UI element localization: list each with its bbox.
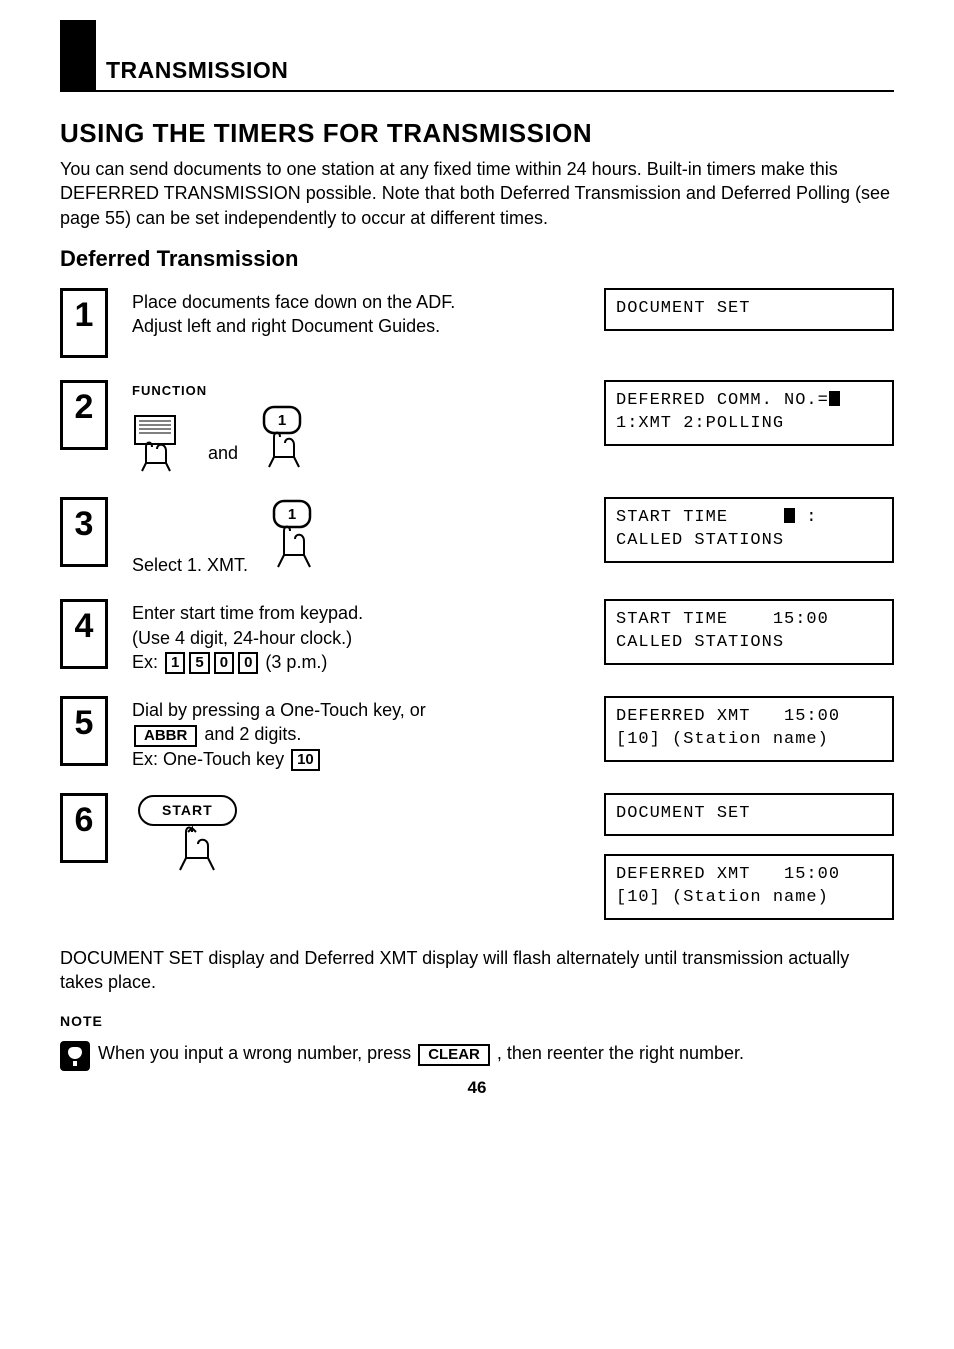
step-text: ABBR and 2 digits.	[132, 722, 586, 746]
function-key-icon	[132, 413, 194, 475]
step-5: 5 Dial by pressing a One-Touch key, or A…	[60, 696, 894, 771]
step-4: 4 Enter start time from keypad. (Use 4 d…	[60, 599, 894, 674]
note-label: NOTE	[60, 1012, 894, 1031]
step-number: 5	[60, 696, 108, 766]
intro-paragraph: You can send documents to one station at…	[60, 157, 894, 230]
note-text: When you input a wrong number, press CLE…	[98, 1041, 744, 1065]
abbr-key: ABBR	[134, 725, 197, 747]
step-text: Adjust left and right Document Guides.	[132, 314, 586, 338]
key-10: 10	[291, 749, 320, 771]
key-1: 1	[165, 652, 185, 674]
section-title: TRANSMISSION	[106, 55, 288, 90]
step-number: 6	[60, 793, 108, 863]
key-1-press-icon: 1	[252, 405, 312, 475]
cursor-icon	[784, 508, 795, 523]
step-number: 3	[60, 497, 108, 567]
step-body: START	[132, 793, 586, 878]
section-header: TRANSMISSION	[60, 40, 894, 92]
lcd-display: DOCUMENT SET	[604, 793, 894, 836]
step-6: 6 START DOCUMENT SET DEFERRED XMT 15:00 …	[60, 793, 894, 920]
header-tab-icon	[60, 20, 96, 90]
key-0: 0	[238, 652, 258, 674]
step-body: Place documents face down on the ADF. Ad…	[132, 288, 586, 339]
step-text: (Use 4 digit, 24-hour clock.)	[132, 626, 586, 650]
step-body: Select 1. XMT. 1	[132, 497, 586, 577]
lcd-display: DEFERRED XMT 15:00 [10] (Station name)	[604, 854, 894, 920]
page-number: 46	[60, 1077, 894, 1100]
lcd-display: DEFERRED XMT 15:00 [10] (Station name)	[604, 696, 894, 762]
step-number: 1	[60, 288, 108, 358]
press-hand-icon	[168, 826, 220, 878]
footer-paragraph: DOCUMENT SET display and Deferred XMT di…	[60, 946, 894, 995]
steps-list: 1 Place documents face down on the ADF. …	[60, 288, 894, 920]
display-stack: DOCUMENT SET DEFERRED XMT 15:00 [10] (St…	[604, 793, 894, 920]
key-5: 5	[189, 652, 209, 674]
ex-prefix: Ex:	[132, 652, 158, 672]
step-body: Enter start time from keypad. (Use 4 dig…	[132, 599, 586, 674]
cursor-icon	[829, 391, 840, 406]
step-text: Ex: One-Touch key 10	[132, 747, 586, 771]
start-button-icon: START	[138, 795, 237, 826]
step-number: 4	[60, 599, 108, 669]
lcd-display: DEFERRED COMM. NO.= 1:XMT 2:POLLING	[604, 380, 894, 446]
display-stack: START TIME : CALLED STATIONS	[604, 497, 894, 563]
example-line: Ex: 1500 (3 p.m.)	[132, 650, 586, 674]
note-block: NOTE When you input a wrong number, pres…	[60, 1012, 894, 1071]
display-stack: START TIME 15:00 CALLED STATIONS	[604, 599, 894, 665]
lcd-display: START TIME : CALLED STATIONS	[604, 497, 894, 563]
display-stack: DOCUMENT SET	[604, 288, 894, 331]
step-body: FUNCTION and	[132, 380, 586, 476]
page-title: USING THE TIMERS FOR TRANSMISSION	[60, 116, 894, 151]
svg-text:1: 1	[288, 506, 296, 523]
key-1-label: 1	[278, 412, 286, 429]
note-icon	[60, 1041, 90, 1071]
step-2: 2 FUNCTION and	[60, 380, 894, 476]
step-number: 2	[60, 380, 108, 450]
clear-key: CLEAR	[418, 1044, 490, 1066]
step-text: Dial by pressing a One-Touch key, or	[132, 698, 586, 722]
display-stack: DEFERRED XMT 15:00 [10] (Station name)	[604, 696, 894, 762]
lcd-display: START TIME 15:00 CALLED STATIONS	[604, 599, 894, 665]
key-0: 0	[214, 652, 234, 674]
step-1: 1 Place documents face down on the ADF. …	[60, 288, 894, 358]
step-text: Enter start time from keypad.	[132, 601, 586, 625]
and-label: and	[208, 441, 238, 475]
function-label: FUNCTION	[132, 382, 586, 400]
step-text: Place documents face down on the ADF.	[132, 290, 586, 314]
step-3: 3 Select 1. XMT. 1 STA	[60, 497, 894, 577]
subheading: Deferred Transmission	[60, 244, 894, 274]
display-stack: DEFERRED COMM. NO.= 1:XMT 2:POLLING	[604, 380, 894, 446]
step-text: Select 1. XMT.	[132, 555, 248, 575]
ex-suffix: (3 p.m.)	[265, 652, 327, 672]
key-1-press-icon: 1	[262, 499, 322, 577]
lcd-display: DOCUMENT SET	[604, 288, 894, 331]
step-body: Dial by pressing a One-Touch key, or ABB…	[132, 696, 586, 771]
